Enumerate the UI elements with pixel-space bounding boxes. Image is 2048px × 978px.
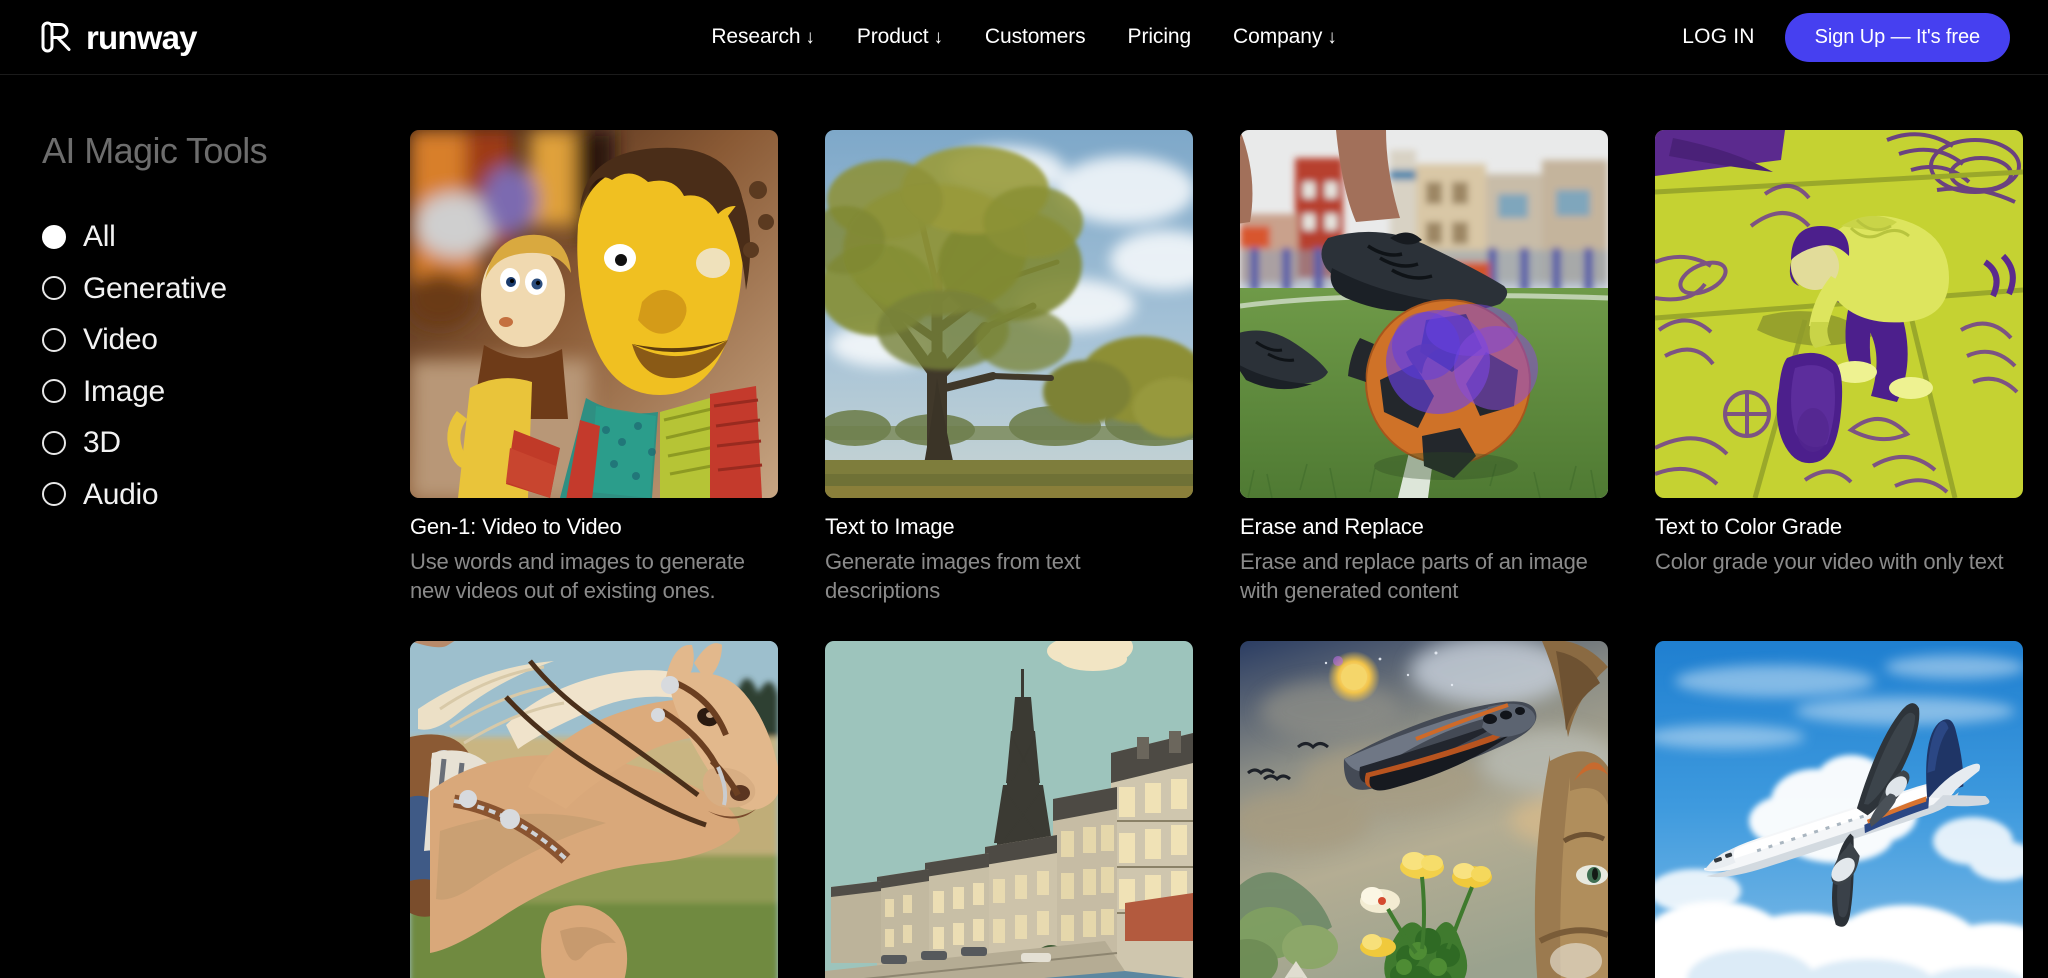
tool-card-text-to-image[interactable]: Text to Image Generate images from text … — [825, 130, 1193, 605]
nav-label-product: Product — [856, 25, 929, 48]
radio-icon-all[interactable] — [42, 224, 66, 249]
thumbnail-soccer-ball-mask[interactable] — [1240, 130, 1608, 498]
filter-label-3d: 3D — [83, 426, 121, 459]
filter-label-audio: Audio — [83, 477, 159, 511]
filter-option-image[interactable]: Image — [42, 373, 410, 411]
radio-icon-3d[interactable] — [42, 430, 66, 455]
header-actions: LOG IN Sign Up — It's free — [1682, 12, 2010, 62]
tool-card-row2-4[interactable] — [1655, 640, 2023, 978]
radio-icon-image[interactable] — [42, 379, 66, 404]
tool-description: Erase and replace parts of an image with… — [1240, 549, 1588, 603]
filter-radio-group: All Generative Video Image 3D Audio — [42, 218, 410, 513]
tool-card-row2-2[interactable] — [825, 640, 1193, 978]
tool-description: Use words and images to generate new vid… — [410, 549, 745, 603]
tool-description: Generate images from text descriptions — [825, 549, 1081, 603]
brand-name: runway — [86, 18, 198, 56]
site-header: runway Research ↓ Product ↓ Customers Pr… — [0, 0, 2048, 75]
brand-logo[interactable]: runway — [40, 18, 198, 56]
arrow-down-icon: ↓ — [1327, 27, 1337, 48]
arrow-down-icon: ↓ — [805, 27, 815, 48]
tool-card-row2-3[interactable] — [1240, 640, 1608, 978]
nav-label-customers: Customers — [984, 25, 1086, 48]
filter-option-generative[interactable]: Generative — [42, 270, 410, 308]
radio-icon-generative[interactable] — [42, 276, 66, 301]
tool-description: Color grade your video with only text — [1655, 549, 2004, 575]
tool-card-erase-and-replace[interactable]: Erase and Replace Erase and replace part… — [1240, 130, 1608, 605]
tool-title: Gen-1: Video to Video — [410, 514, 622, 539]
nav-item-research[interactable]: Research ↓ — [711, 25, 815, 49]
page-body: AI Magic Tools All Generative Video Imag… — [0, 75, 2048, 978]
filter-sidebar: AI Magic Tools All Generative Video Imag… — [0, 130, 410, 978]
tool-card-row2-1[interactable] — [410, 640, 778, 978]
tool-title: Erase and Replace — [1240, 514, 1424, 539]
arrow-down-icon: ↓ — [933, 27, 944, 48]
filter-label-image: Image — [83, 374, 165, 408]
radio-icon-video[interactable] — [42, 327, 66, 352]
filter-option-all[interactable]: All — [42, 218, 410, 256]
thumbnail-palomino-horse[interactable] — [410, 640, 778, 978]
thumbnail-oak-tree-meadow[interactable] — [825, 130, 1193, 498]
main-navigation: Research ↓ Product ↓ Customers Pricing C… — [711, 25, 1336, 49]
thumbnail-airplane-sky[interactable] — [1655, 640, 2023, 978]
runway-r-mark-icon — [40, 20, 74, 54]
signup-button[interactable]: Sign Up — It's free — [1784, 12, 2010, 62]
nav-item-product[interactable]: Product ↓ — [857, 25, 943, 49]
tool-card-text-to-color-grade[interactable]: Text to Color Grade Color grade your vid… — [1655, 130, 2023, 605]
page-title: AI Magic Tools — [42, 130, 268, 171]
tool-title: Text to Color Grade — [1655, 514, 1842, 539]
nav-item-customers[interactable]: Customers — [985, 25, 1086, 49]
thumbnail-paris-eiffel-illustration[interactable] — [825, 640, 1193, 978]
filter-option-video[interactable]: Video — [42, 321, 410, 359]
tools-grid-container: Gen-1: Video to Video Use words and imag… — [410, 130, 2048, 978]
thumbnail-spaceship-fantasy[interactable] — [1240, 640, 1608, 978]
radio-icon-audio[interactable] — [42, 482, 66, 507]
nav-label-company: Company — [1233, 25, 1323, 48]
thumbnail-claymation-puppets[interactable] — [410, 130, 778, 498]
filter-option-audio[interactable]: Audio — [42, 476, 410, 514]
filter-label-video: Video — [83, 323, 158, 356]
filter-option-3d[interactable]: 3D — [42, 424, 410, 462]
tool-card-gen1-video-to-video[interactable]: Gen-1: Video to Video Use words and imag… — [410, 130, 778, 605]
filter-label-generative: Generative — [83, 271, 227, 305]
nav-label-pricing: Pricing — [1127, 25, 1192, 48]
tools-grid: Gen-1: Video to Video Use words and imag… — [410, 130, 2023, 978]
login-link[interactable]: LOG IN — [1682, 25, 1754, 49]
nav-item-pricing[interactable]: Pricing — [1128, 25, 1192, 49]
thumbnail-duotone-skateboarder[interactable] — [1655, 130, 2023, 498]
nav-label-research: Research — [711, 25, 801, 48]
tool-title: Text to Image — [825, 514, 955, 539]
filter-label-all: All — [83, 220, 116, 253]
nav-item-company[interactable]: Company ↓ — [1233, 25, 1337, 49]
